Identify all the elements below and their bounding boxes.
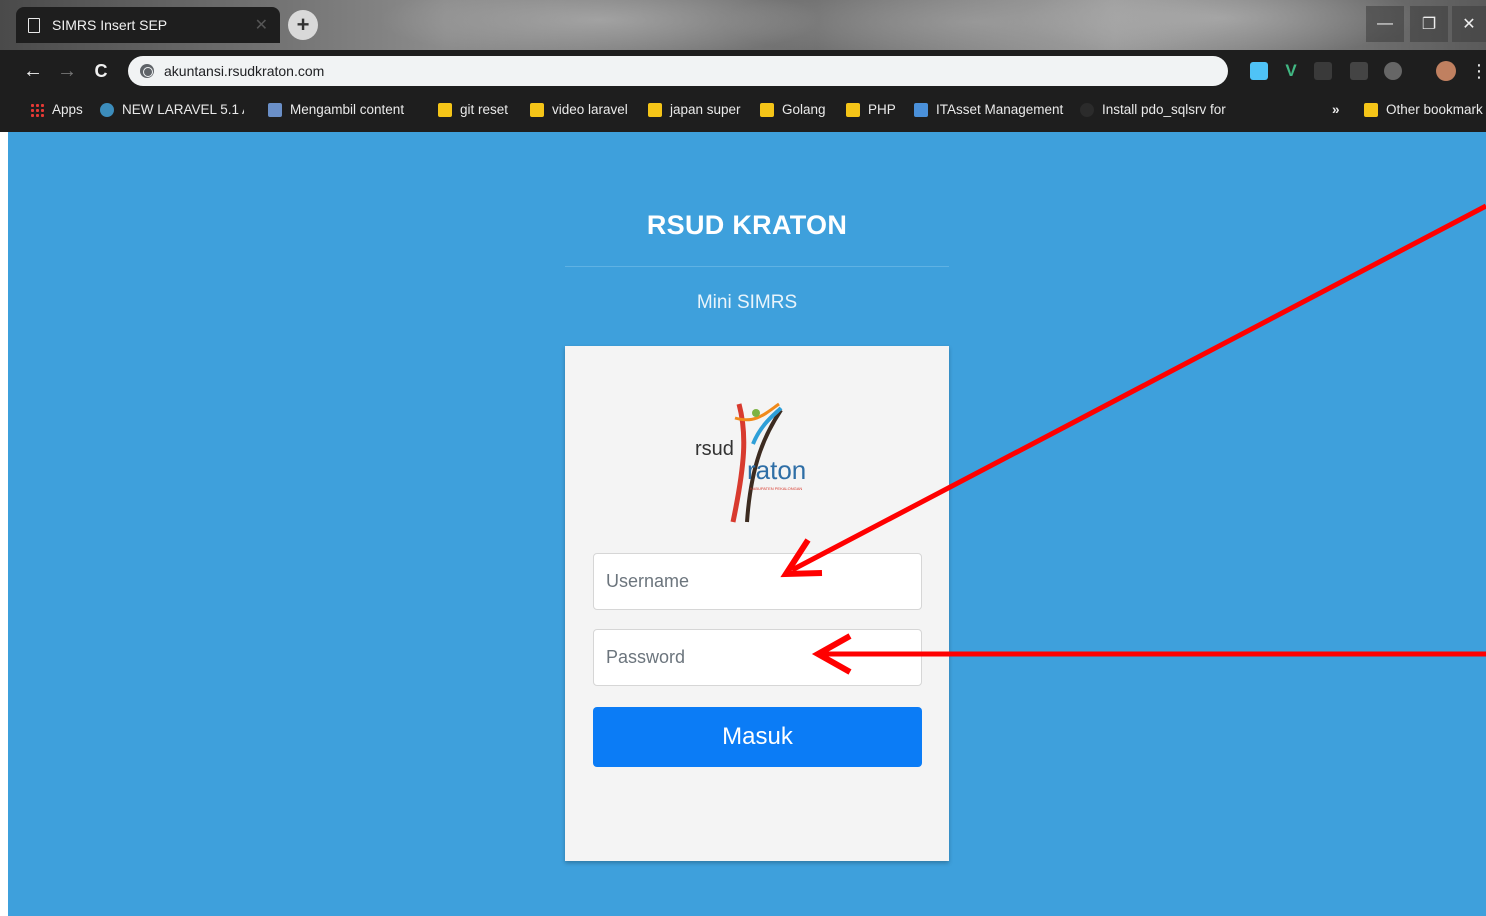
pdf-extension-icon[interactable] xyxy=(1350,62,1368,80)
browser-toolbar: ← → C akuntansi.rsudkraton.com V ⋮ xyxy=(0,50,1486,92)
folder-icon xyxy=(1364,102,1378,117)
bookmark-item[interactable]: Mengambil content xyxy=(268,102,404,117)
bookmark-item[interactable]: ITAsset Management xyxy=(914,102,1063,117)
folder-icon xyxy=(760,102,774,117)
page-icon xyxy=(268,102,282,117)
page-subtitle: Mini SIMRS xyxy=(696,292,798,313)
reload-icon[interactable]: C xyxy=(88,58,114,84)
vue-devtools-icon[interactable]: V xyxy=(1282,62,1300,80)
document-icon xyxy=(28,17,40,33)
bookmark-item[interactable]: git reset xyxy=(438,102,508,117)
bookmark-label: git reset xyxy=(460,102,509,117)
site-info-icon[interactable] xyxy=(140,64,154,78)
bookmark-label: Apps xyxy=(52,102,83,117)
wordpress-icon xyxy=(100,102,114,117)
bookmark-label: Golang xyxy=(782,102,826,117)
maximize-icon[interactable]: ❐ xyxy=(1410,6,1448,42)
tab-title: SIMRS Insert SEP xyxy=(52,17,168,33)
logo-word-raton: raton xyxy=(747,455,806,485)
bookmark-label: ITAsset Management xyxy=(936,102,1064,117)
bookmark-item[interactable]: NEW LARAVEL 5.1 AC xyxy=(100,102,244,117)
github-icon xyxy=(1080,102,1094,117)
login-button[interactable]: Masuk xyxy=(593,707,922,767)
address-bar[interactable]: akuntansi.rsudkraton.com xyxy=(128,56,1228,86)
password-field[interactable] xyxy=(593,629,922,686)
logo-word-rsud: rsud xyxy=(695,438,734,460)
browser-tab[interactable]: SIMRS Insert SEP ✕ xyxy=(16,7,280,43)
rsud-kraton-logo: rsud raton KABUPATEN PEKALONGAN xyxy=(695,402,806,523)
close-tab-icon[interactable]: ✕ xyxy=(255,15,268,35)
extension-icon[interactable] xyxy=(1314,62,1332,80)
bookmark-apps[interactable]: Apps xyxy=(30,102,83,117)
bookmark-label: Install pdo_sqlsrv for xyxy=(1102,102,1226,117)
bookmark-label: video laravel xyxy=(552,102,628,117)
forward-icon[interactable]: → xyxy=(54,58,80,84)
bookmarks-bar: Apps NEW LARAVEL 5.1 AC Mengambil conten… xyxy=(0,92,1486,132)
bookmark-label: Other bookmark xyxy=(1386,102,1483,117)
menu-icon[interactable]: ⋮ xyxy=(1470,62,1486,80)
login-page: RSUD KRATON Mini SIMRS rsud raton KABUPA… xyxy=(8,132,1486,916)
avatar[interactable] xyxy=(1436,61,1456,81)
folder-icon xyxy=(846,102,860,117)
browser-chrome: SIMRS Insert SEP ✕ + — ❐ ✕ ← → C akuntan… xyxy=(0,0,1486,132)
extension-icon[interactable] xyxy=(1250,62,1268,80)
bookmark-item[interactable]: video laravel xyxy=(530,102,628,117)
bookmark-item[interactable]: Install pdo_sqlsrv for xyxy=(1080,102,1226,117)
folder-icon xyxy=(648,102,662,117)
back-icon[interactable]: ← xyxy=(20,58,46,84)
logo-tagline: KABUPATEN PEKALONGAN xyxy=(750,486,802,491)
login-card: rsud raton KABUPATEN PEKALONGAN Masuk xyxy=(565,346,949,861)
divider xyxy=(565,266,949,267)
new-tab-button[interactable]: + xyxy=(288,10,318,40)
minimize-icon[interactable]: — xyxy=(1366,6,1404,42)
url-text: akuntansi.rsudkraton.com xyxy=(164,63,325,79)
extension-icon[interactable] xyxy=(1384,62,1402,80)
bookmark-label: NEW LARAVEL 5.1 AC xyxy=(122,102,244,117)
username-field[interactable] xyxy=(593,553,922,610)
bookmark-item[interactable]: japan super xyxy=(648,102,741,117)
bookmark-label: Mengambil content xyxy=(290,102,405,117)
tab-strip: SIMRS Insert SEP ✕ + — ❐ ✕ xyxy=(0,0,1486,50)
apps-grid-icon xyxy=(30,102,44,117)
folder-icon xyxy=(438,102,452,117)
bookmarks-overflow-button[interactable]: » xyxy=(1332,102,1340,117)
bookmark-label: japan super xyxy=(670,102,741,117)
close-window-icon[interactable]: ✕ xyxy=(1452,6,1486,42)
bookmark-label: PHP xyxy=(868,102,896,117)
other-bookmarks[interactable]: Other bookmark xyxy=(1364,102,1483,117)
bookmark-item[interactable]: Golang xyxy=(760,102,826,117)
folder-icon xyxy=(530,102,544,117)
bookmark-item[interactable]: PHP xyxy=(846,102,896,117)
app-icon xyxy=(914,102,928,117)
page-title: RSUD KRATON xyxy=(646,210,848,240)
